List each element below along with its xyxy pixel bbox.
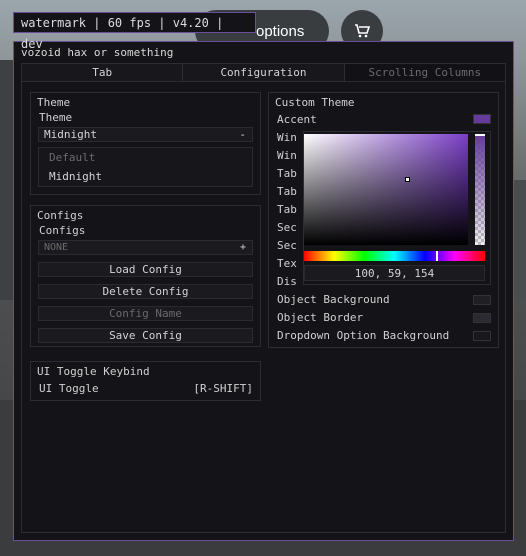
object-border-label: Object Border — [277, 311, 364, 324]
ui-toggle-label: UI Toggle — [39, 382, 99, 395]
custom-theme-title: Custom Theme — [275, 96, 355, 109]
configs-dropdown-label: Configs — [39, 224, 86, 237]
object-background-label: Object Background — [277, 293, 390, 306]
theme-dropdown-label: Theme — [39, 111, 73, 124]
theme-row-label: Tab — [277, 185, 297, 198]
theme-row-label: Tex — [277, 257, 297, 270]
object-border-swatch[interactable] — [473, 313, 491, 323]
tab-tab[interactable]: Tab — [22, 64, 184, 82]
expand-icon: + — [239, 242, 246, 253]
theme-section: Theme Theme Midnight - Default Midnight — [30, 92, 261, 195]
configs-dropdown[interactable]: NONE + — [38, 240, 253, 255]
watermark-bar: watermark | 60 fps | v4.20 | dev — [13, 12, 256, 51]
dropdown-option-background-label: Dropdown Option Background — [277, 329, 450, 342]
dropdown-option-background-swatch[interactable] — [473, 331, 491, 341]
alpha-slider[interactable] — [475, 134, 485, 245]
cheat-menu-window[interactable]: vozoid hax or something Tab Configuratio… — [13, 41, 514, 541]
tab-bar: Tab Configuration Scrolling Columns — [22, 64, 505, 82]
theme-option-default[interactable]: Default — [39, 148, 252, 167]
tab-scrolling-columns[interactable]: Scrolling Columns — [344, 64, 505, 82]
keybind-section: UI Toggle Keybind UI Toggle [R-SHIFT] — [30, 361, 261, 401]
rgb-value-field[interactable]: 100, 59, 154 — [304, 265, 485, 281]
hue-slider[interactable] — [304, 251, 485, 261]
hue-slider-handle[interactable] — [436, 251, 438, 261]
alpha-slider-handle[interactable] — [475, 134, 485, 136]
color-picker-popup: 100, 59, 154 — [303, 131, 491, 285]
accent-label: Accent — [277, 113, 317, 126]
theme-option-midnight[interactable]: Midnight — [39, 167, 252, 186]
sv-picker-cursor[interactable] — [405, 177, 410, 182]
theme-dropdown[interactable]: Midnight - — [38, 127, 253, 142]
accent-color-swatch[interactable] — [473, 114, 491, 124]
delete-config-button[interactable]: Delete Config — [38, 284, 253, 299]
tab-configuration[interactable]: Configuration — [183, 64, 345, 82]
ui-toggle-keybind[interactable]: [R-SHIFT] — [193, 382, 253, 395]
save-config-button[interactable]: Save Config — [38, 328, 253, 343]
theme-dropdown-options: Default Midnight — [38, 147, 253, 187]
theme-section-title: Theme — [37, 96, 71, 109]
theme-row-label: Win — [277, 131, 297, 144]
configs-section: Configs Configs NONE + Load Config Delet… — [30, 205, 261, 347]
collapse-icon: - — [239, 128, 246, 141]
theme-row-label: Tab — [277, 167, 297, 180]
background-scenery — [0, 60, 14, 300]
theme-row-label: Win — [277, 149, 297, 162]
background-building — [514, 180, 526, 300]
theme-row-label: Tab — [277, 203, 297, 216]
window-title: vozoid hax or something — [21, 46, 174, 59]
load-config-button[interactable]: Load Config — [38, 262, 253, 277]
options-label: options — [256, 23, 305, 40]
configs-dropdown-value: NONE — [44, 242, 69, 253]
theme-row-label: Sec — [277, 239, 297, 252]
saturation-value-area[interactable] — [304, 134, 468, 245]
theme-row-label: Sec — [277, 221, 297, 234]
config-name-input[interactable]: Config Name — [38, 306, 253, 321]
keybind-section-title: UI Toggle Keybind — [37, 365, 150, 378]
object-background-swatch[interactable] — [473, 295, 491, 305]
theme-dropdown-value: Midnight — [44, 128, 97, 141]
configs-section-title: Configs — [37, 209, 84, 222]
theme-row-label: Dis — [277, 275, 297, 288]
